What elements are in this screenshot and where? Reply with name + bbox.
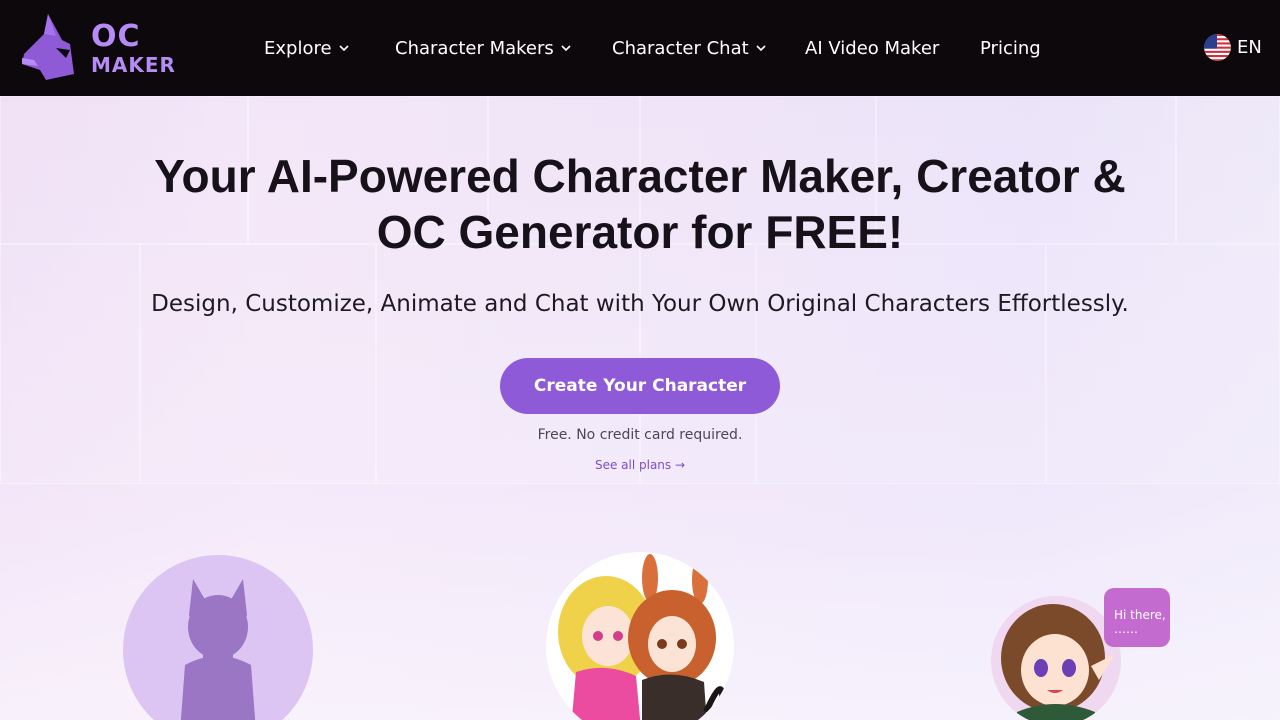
hero-headline-line2: OC Generator for FREE! (376, 206, 904, 258)
create-your-character-button[interactable]: Create Your Character (500, 358, 780, 414)
chat-character-avatar[interactable] (991, 596, 1121, 720)
nav-character-makers[interactable]: Character Makers (395, 34, 572, 62)
us-flag-icon (1204, 33, 1231, 61)
anime-boy-avatar-illustration (1001, 604, 1115, 720)
nav-ai-video-maker-label: AI Video Maker (805, 37, 940, 59)
collage-tile (1046, 244, 1280, 484)
nav-character-makers-label: Character Makers (395, 37, 554, 59)
oc-maker-logo[interactable]: OC MAKER (18, 14, 180, 82)
hero-headline-line1: Your AI-Powered Character Maker, Creator… (154, 150, 1126, 202)
logo-text-oc: OC (91, 19, 141, 54)
cat-mask-logo-icon (22, 14, 74, 80)
nav-explore[interactable]: Explore (264, 34, 350, 62)
chevron-down-icon (756, 45, 766, 52)
language-selector[interactable]: EN (1204, 33, 1262, 61)
see-all-plans-row: See all plans → (0, 458, 1280, 472)
hero-headline: Your AI-Powered Character Maker, Creator… (0, 148, 1280, 260)
see-all-plans-link[interactable]: See all plans → (595, 458, 685, 472)
collage-tile (756, 244, 1046, 484)
nav-pricing[interactable]: Pricing (980, 34, 1041, 62)
chat-bubble-line2: …… (1114, 622, 1138, 636)
nav-ai-video-maker[interactable]: AI Video Maker (805, 34, 939, 62)
top-navbar: OC MAKER Explore Character Makers Charac… (0, 0, 1280, 96)
collage-tile (0, 244, 140, 484)
hero-subheadline: Design, Customize, Animate and Chat with… (151, 291, 1129, 317)
chat-bubble-line1: Hi there, (1114, 608, 1166, 622)
nav-character-chat-label: Character Chat (612, 37, 749, 59)
language-code: EN (1237, 36, 1262, 58)
chat-speech-bubble: Hi there, …… (1104, 588, 1170, 647)
logo-text-maker: MAKER (91, 53, 176, 77)
nav-pricing-label: Pricing (980, 37, 1041, 59)
nav-explore-label: Explore (264, 37, 332, 59)
chevron-down-icon (338, 45, 349, 52)
no-credit-card-note: Free. No credit card required. (537, 427, 743, 443)
collage-tile (140, 244, 376, 484)
nav-character-chat[interactable]: Character Chat (612, 34, 767, 62)
chevron-down-icon (561, 45, 571, 52)
